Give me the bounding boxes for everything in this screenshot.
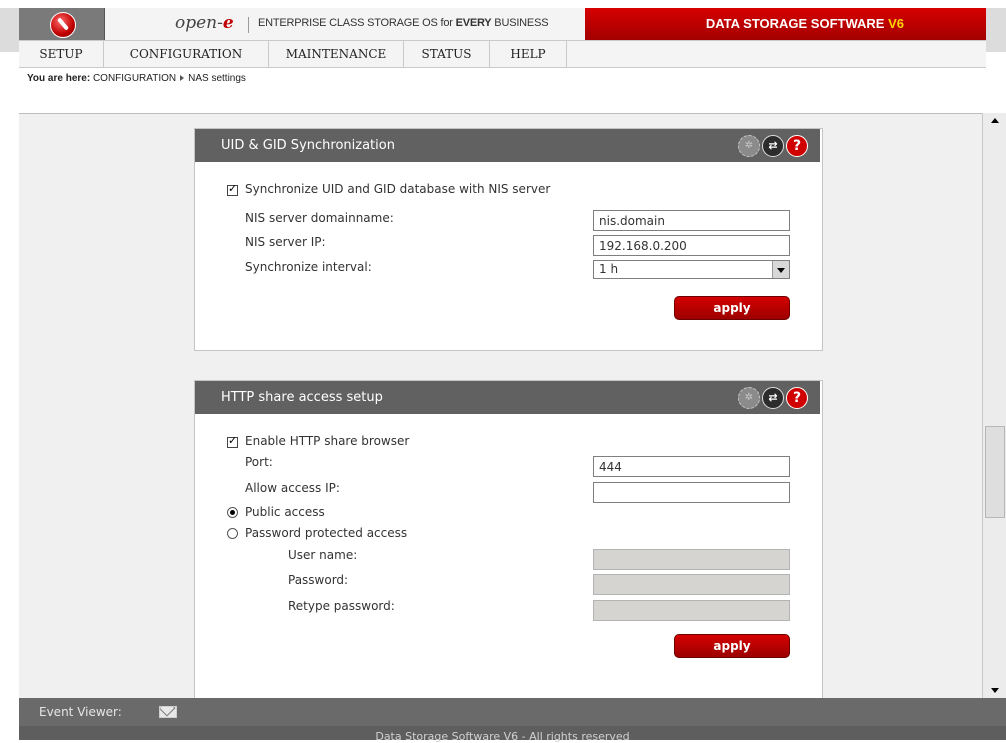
arrow-up-icon [991,118,999,123]
panel-header: HTTP share access setup ✲ ⇄ ? [195,381,820,414]
wrench-logo-icon [50,12,76,38]
port-label: Port: [245,455,273,469]
scroll-up-button[interactable] [983,113,1006,129]
nis-sync-checkbox[interactable] [227,182,238,196]
chevron-down-icon[interactable] [772,261,789,278]
allow-ip-label: Allow access IP: [245,481,340,495]
http-apply-button[interactable]: apply [674,634,790,658]
protected-access-radio[interactable] [227,528,238,539]
port-input[interactable] [593,456,790,477]
protected-access-label: Password protected access [245,526,408,540]
logo-area[interactable] [19,8,105,40]
uid-apply-button[interactable]: apply [674,296,790,320]
breadcrumb-page: NAS settings [188,73,246,84]
retype-password-input[interactable] [593,600,790,621]
menu-setup[interactable]: SETUP [19,41,104,68]
main-menu: SETUP CONFIGURATION MAINTENANCE STATUS H… [19,40,986,68]
breadcrumb-arrow-icon [180,75,185,82]
help-icon[interactable]: ? [786,387,808,409]
product-name: DATA STORAGE SOFTWARE V6 [705,16,904,31]
http-enable-checkbox[interactable] [227,434,238,448]
help-icon[interactable]: ? [786,135,808,157]
panel-title: UID & GID Synchronization [221,138,395,153]
scroll-thumb[interactable] [985,426,1005,518]
content-area: UID & GID Synchronization ✲ ⇄ ? Synchron… [19,113,982,698]
nis-sync-label: Synchronize UID and GID database with NI… [245,182,551,196]
nis-domain-label: NIS server domainname: [245,211,394,225]
arrow-down-icon [991,688,999,693]
public-access-radio[interactable] [227,507,238,518]
refresh-icon[interactable]: ⇄ [762,387,784,409]
loading-icon: ✲ [738,135,760,157]
retype-password-label: Retype password: [288,599,395,613]
vertical-scrollbar[interactable] [982,113,1006,698]
product-banner: DATA STORAGE SOFTWARE V6 [585,8,986,40]
nis-ip-input[interactable] [593,235,790,256]
menu-configuration[interactable]: CONFIGURATION [104,41,269,68]
sync-interval-label: Synchronize interval: [245,260,372,274]
menu-status[interactable]: STATUS [404,41,490,68]
breadcrumb-prefix: You are here: [27,73,91,84]
mail-icon[interactable] [159,706,177,718]
menu-help[interactable]: HELP [490,41,567,68]
breadcrumb: You are here: CONFIGURATION NAS settings [19,69,986,91]
nis-domain-input[interactable] [593,210,790,231]
brand-tagline: ENTERPRISE CLASS STORAGE OS for EVERY BU… [258,17,549,29]
copyright-text: Data Storage Software V6 - All rights re… [375,730,630,743]
event-viewer-bar: Event Viewer: [19,698,1006,726]
brand-area: open-e ENTERPRISE CLASS STORAGE OS for E… [105,8,585,40]
copyright-bar: Data Storage Software V6 - All rights re… [19,726,1006,743]
username-label: User name: [288,548,358,562]
loading-icon: ✲ [738,387,760,409]
uid-gid-panel: UID & GID Synchronization ✲ ⇄ ? Synchron… [194,128,823,351]
sync-interval-value: 1 h [599,262,619,276]
breadcrumb-section[interactable]: CONFIGURATION [93,73,176,84]
http-share-panel: HTTP share access setup ✲ ⇄ ? Enable HTT… [194,380,823,698]
scroll-down-button[interactable] [983,682,1006,698]
password-input[interactable] [593,574,790,595]
allow-ip-input[interactable] [593,482,790,503]
public-access-label: Public access [245,505,325,519]
nis-ip-label: NIS server IP: [245,235,326,249]
http-enable-label: Enable HTTP share browser [245,434,410,448]
menu-maintenance[interactable]: MAINTENANCE [269,41,404,68]
panel-title: HTTP share access setup [221,390,383,405]
brand-name: open-e [175,13,234,33]
refresh-icon[interactable]: ⇄ [762,135,784,157]
username-input[interactable] [593,549,790,570]
sync-interval-select[interactable]: 1 h [593,260,790,279]
password-label: Password: [288,573,349,587]
event-viewer-label: Event Viewer: [39,705,122,719]
panel-header: UID & GID Synchronization ✲ ⇄ ? [195,129,820,162]
brand-divider [248,17,249,33]
